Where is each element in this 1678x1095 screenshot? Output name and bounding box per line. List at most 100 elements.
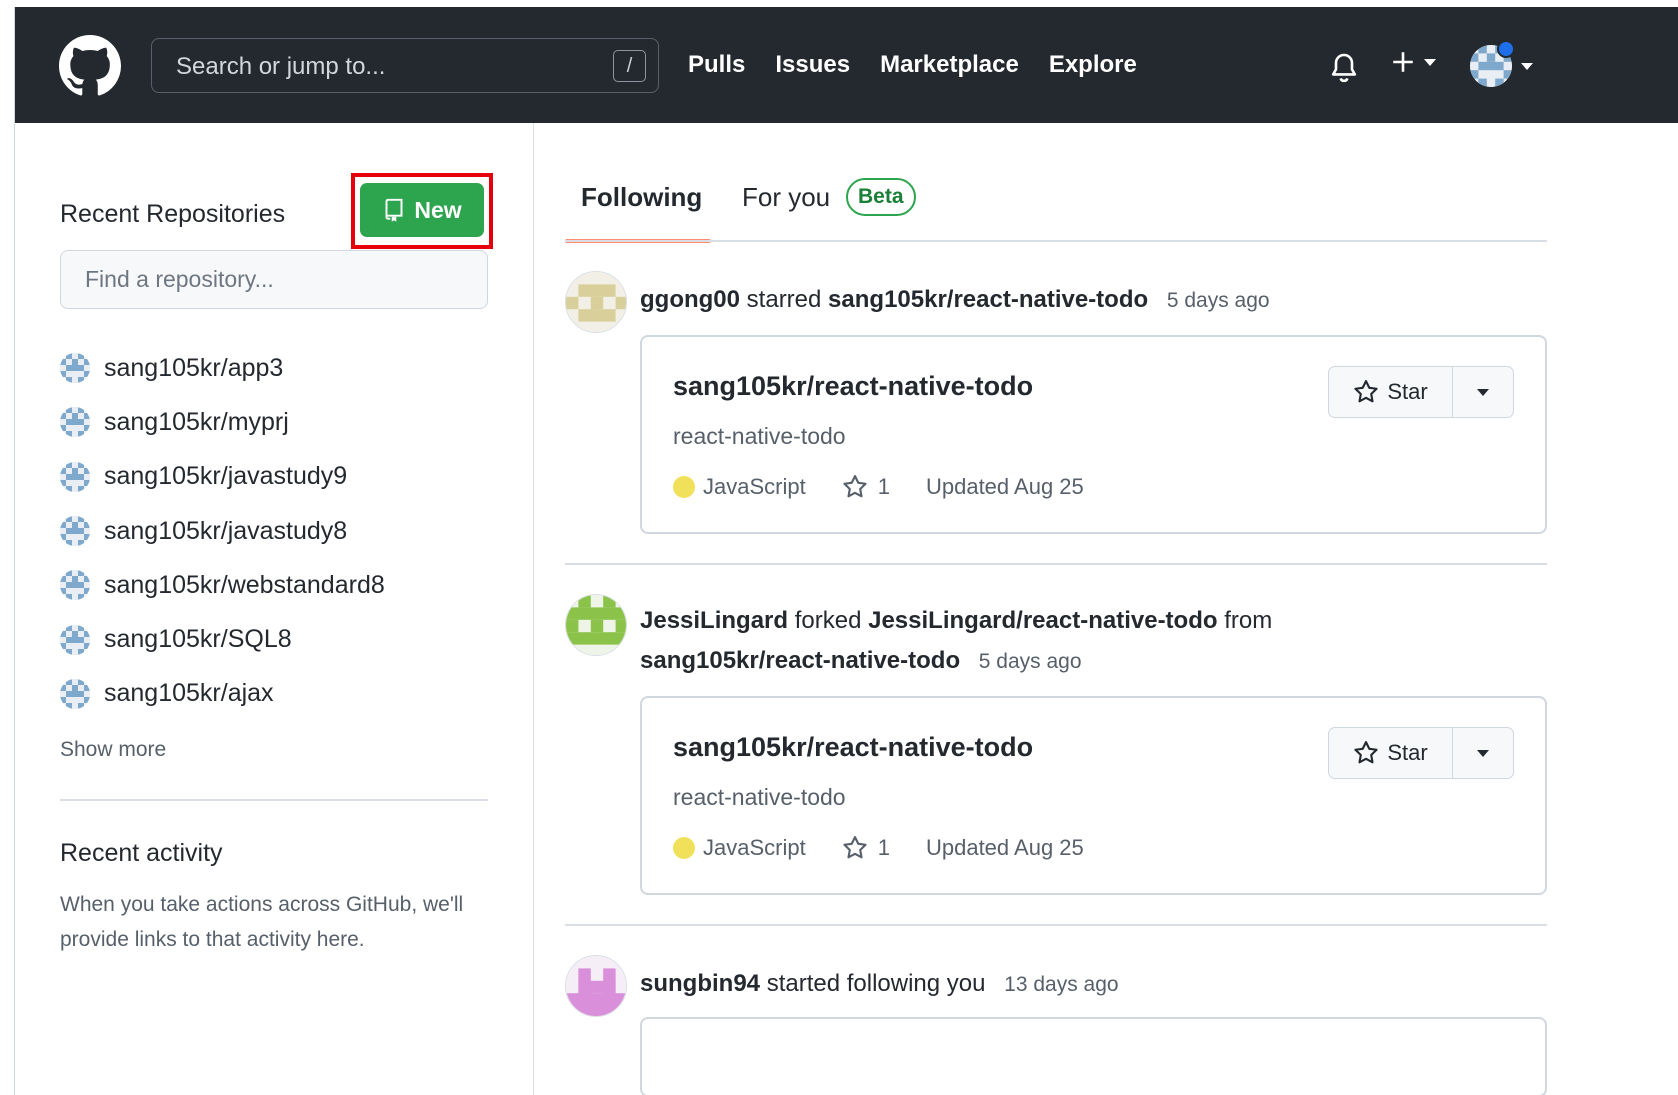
event-time: 5 days ago [978, 650, 1082, 673]
star-button-group: Star [1328, 727, 1514, 779]
repo-item[interactable]: sang105kr/app3 [60, 341, 385, 395]
new-button-label: New [414, 196, 462, 223]
repo-name: sang105kr/javastudy9 [104, 462, 348, 491]
star-icon [1354, 380, 1378, 403]
star-button-label: Star [1387, 740, 1428, 765]
avatar[interactable] [565, 594, 627, 656]
repo-item[interactable]: sang105kr/javastudy9 [60, 450, 385, 504]
top-header: Search or jump to... / Pulls Issues Mark… [15, 7, 1678, 123]
event-action: started following you [766, 970, 986, 997]
event-actor-link[interactable]: ggong00 [640, 286, 740, 313]
event-target-link[interactable]: JessiLingard/react-native-todo [868, 607, 1217, 634]
repo-owner-avatar [60, 516, 90, 547]
recent-activity-heading: Recent activity [60, 839, 223, 867]
event-action: forked [794, 607, 862, 634]
search-shortcut-badge: / [613, 50, 646, 82]
event-action: starred [746, 286, 822, 313]
repo-name: sang105kr/webstandard8 [104, 570, 385, 599]
nav-issues[interactable]: Issues [775, 51, 850, 79]
repo-owner-avatar [60, 407, 90, 438]
repo-card [640, 1017, 1547, 1095]
repo-card-title[interactable]: sang105kr/react-native-todo [673, 371, 1033, 402]
event-time: 13 days ago [1004, 973, 1119, 996]
nav-pulls[interactable]: Pulls [688, 51, 745, 79]
event-description: ggong00 starred sang105kr/react-native-t… [640, 286, 1270, 314]
tab-for-you[interactable]: For you Beta [742, 178, 916, 216]
find-repository-input[interactable] [60, 250, 488, 309]
repo-card: sang105kr/react-native-todo react-native… [640, 335, 1547, 534]
repo-name: sang105kr/app3 [104, 353, 284, 382]
stargazers-link[interactable]: 1 [842, 474, 890, 500]
repo-owner-avatar [60, 624, 90, 655]
tab-for-you-label: For you [742, 182, 831, 212]
chevron-down-icon[interactable] [1521, 63, 1533, 70]
star-count: 1 [877, 474, 890, 499]
star-icon [843, 836, 867, 859]
avatar[interactable] [565, 271, 627, 333]
star-icon [1354, 741, 1378, 764]
chevron-down-icon [1424, 58, 1436, 66]
repo-card-meta: JavaScript 1 Updated Aug 25 [673, 835, 1084, 861]
repo-item[interactable]: sang105kr/myprj [60, 395, 385, 449]
repo-owner-avatar [60, 461, 90, 492]
chevron-down-icon [1477, 749, 1489, 757]
feed-tabs: Following For you Beta [565, 178, 1547, 243]
tabs-divider [565, 240, 1547, 242]
feed-divider [565, 563, 1547, 565]
event-description-continued: sang105kr/react-native-todo 5 days ago [640, 647, 1082, 675]
repo-owner-avatar [60, 678, 90, 709]
recent-activity-text: When you take actions across GitHub, we'… [60, 893, 464, 951]
plus-icon [1393, 52, 1413, 72]
beta-badge: Beta [846, 178, 916, 216]
repo-card-meta: JavaScript 1 Updated Aug 25 [673, 474, 1084, 500]
notification-dot [1497, 40, 1515, 58]
event-target-link[interactable]: sang105kr/react-native-todo [828, 286, 1148, 313]
bell-icon[interactable] [1328, 51, 1360, 85]
repo-updated: Updated Aug 25 [925, 474, 1084, 499]
sidebar-divider [60, 799, 488, 801]
repo-item[interactable]: sang105kr/SQL8 [60, 612, 385, 666]
repo-item[interactable]: sang105kr/javastudy8 [60, 504, 385, 558]
github-dashboard: Search or jump to... / Pulls Issues Mark… [14, 7, 1678, 1095]
star-button[interactable]: Star [1329, 728, 1453, 778]
identicon [566, 956, 626, 1016]
repo-icon [385, 198, 403, 222]
nav-explore[interactable]: Explore [1049, 51, 1137, 79]
repo-item[interactable]: sang105kr/ajax [60, 667, 385, 721]
event-actor-link[interactable]: JessiLingard [640, 607, 788, 634]
language-color-dot [673, 476, 695, 498]
new-repository-button[interactable]: New [360, 183, 484, 237]
create-new-menu[interactable] [1390, 49, 1436, 75]
recent-repo-list: sang105kr/app3 sang105kr/myprj sang105kr… [60, 341, 385, 721]
stargazers-link[interactable]: 1 [842, 835, 890, 861]
star-list-dropdown[interactable] [1453, 728, 1513, 778]
repo-name: sang105kr/SQL8 [104, 625, 292, 654]
star-button[interactable]: Star [1329, 367, 1453, 417]
repo-item[interactable]: sang105kr/webstandard8 [60, 558, 385, 612]
repo-card-description: react-native-todo [673, 784, 846, 810]
event-source-link[interactable]: sang105kr/react-native-todo [640, 647, 960, 674]
nav-marketplace[interactable]: Marketplace [880, 51, 1019, 79]
chevron-down-icon [1477, 388, 1489, 396]
event-actor-link[interactable]: sungbin94 [640, 970, 760, 997]
identicon [566, 272, 626, 332]
search-placeholder: Search or jump to... [176, 53, 386, 80]
repo-language: JavaScript [703, 835, 806, 860]
github-logo-icon[interactable] [59, 35, 121, 97]
repo-card: sang105kr/react-native-todo react-native… [640, 696, 1547, 895]
event-description: sungbin94 started following you 13 days … [640, 970, 1119, 998]
repo-card-description: react-native-todo [673, 423, 846, 449]
search-input[interactable]: Search or jump to... / [151, 38, 659, 93]
tab-following[interactable]: Following [581, 182, 702, 213]
avatar[interactable] [565, 955, 627, 1017]
repo-card-title[interactable]: sang105kr/react-native-todo [673, 732, 1033, 763]
star-button-group: Star [1328, 366, 1514, 418]
star-list-dropdown[interactable] [1453, 367, 1513, 417]
star-count: 1 [877, 835, 890, 860]
repo-owner-avatar [60, 353, 90, 384]
show-more-link[interactable]: Show more [60, 738, 166, 762]
recent-repositories-heading: Recent Repositories [60, 200, 286, 228]
repo-updated: Updated Aug 25 [925, 835, 1084, 860]
repo-name: sang105kr/javastudy8 [104, 516, 348, 545]
repo-language: JavaScript [703, 474, 806, 499]
